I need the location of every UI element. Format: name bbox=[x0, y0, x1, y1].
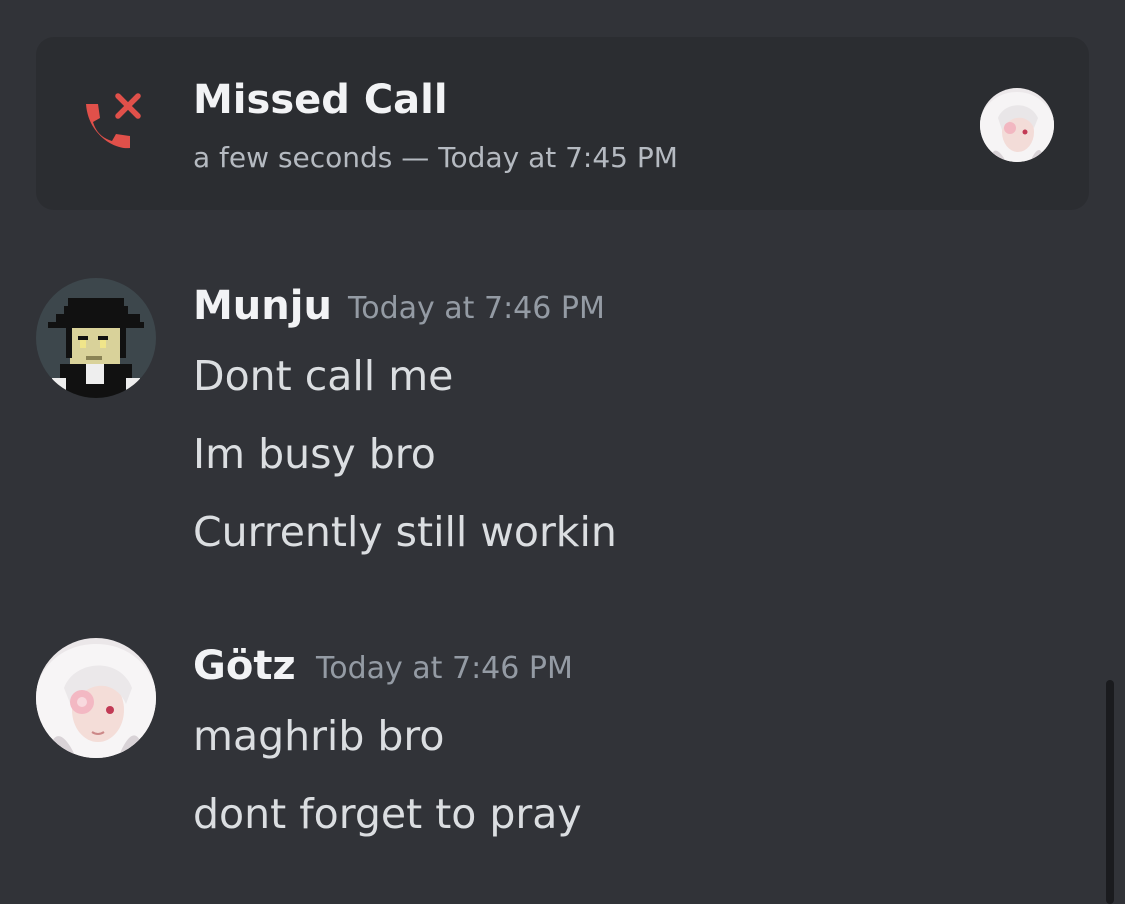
call-duration: a few seconds bbox=[193, 141, 393, 174]
missed-call-title: Missed Call bbox=[193, 77, 448, 123]
message-text: Currently still workin bbox=[193, 508, 617, 556]
message-timestamp: Today at 7:46 PM bbox=[316, 651, 573, 686]
avatar-munju[interactable] bbox=[36, 278, 156, 398]
message-timestamp: Today at 7:46 PM bbox=[348, 291, 605, 326]
message-author-munju[interactable]: Munju bbox=[193, 278, 332, 334]
scrollbar[interactable] bbox=[1106, 680, 1114, 904]
call-separator: — bbox=[392, 141, 439, 174]
missed-call-details: a few seconds — Today at 7:45 PM bbox=[193, 138, 678, 178]
message-text: Im busy bro bbox=[193, 430, 436, 478]
message-text: Dont call me bbox=[193, 352, 454, 400]
message-text: dont forget to pray bbox=[193, 790, 582, 838]
missed-call-icon bbox=[86, 93, 141, 149]
call-participant-avatar[interactable] bbox=[980, 88, 1054, 162]
message-text: maghrib bro bbox=[193, 712, 445, 760]
message-author-gotz[interactable]: Götz bbox=[193, 638, 296, 694]
call-timestamp: Today at 7:45 PM bbox=[438, 141, 678, 174]
avatar-gotz[interactable] bbox=[36, 638, 156, 758]
chat-view: Missed Call a few seconds — Today at 7:4… bbox=[0, 0, 1125, 904]
